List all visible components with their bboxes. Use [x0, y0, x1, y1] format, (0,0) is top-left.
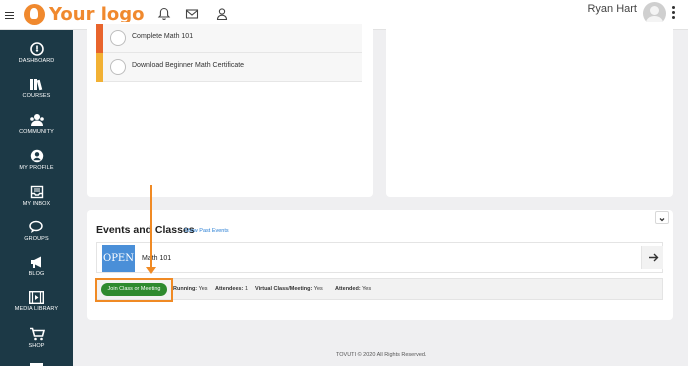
show-past-events-link[interactable]: Show Past Events — [184, 228, 229, 234]
events-title: Events and Classes — [96, 224, 195, 236]
sidebar-item-community[interactable]: COMMUNITY — [0, 113, 73, 147]
more-options-icon[interactable] — [672, 6, 675, 21]
task-label: Complete Math 101 — [132, 33, 194, 40]
sidebar-item-label: DASHBOARD — [18, 58, 55, 64]
sidebar-item-label: GROUPS — [24, 236, 49, 242]
task-status-bar — [96, 24, 103, 53]
logo-mark-icon — [24, 3, 45, 25]
groups-icon — [28, 220, 43, 233]
meta-virtual: Virtual Class/Meeting: Yes — [255, 286, 323, 292]
collapse-button[interactable] — [655, 211, 669, 224]
annotation-arrow — [150, 185, 152, 269]
task-label: Download Beginner Math Certificate — [132, 62, 245, 69]
meta-attendees: Attendees: 1 — [215, 286, 249, 292]
sidebar-item-courses[interactable]: COURSES — [0, 78, 73, 112]
sidebar-item-label: MY INBOX — [22, 201, 51, 207]
cart-icon — [29, 327, 45, 341]
inbox-icon — [30, 185, 43, 199]
user-icon[interactable] — [215, 7, 229, 21]
footer-copyright: TOVUTI © 2020 All Rights Reserved. — [336, 352, 427, 358]
sidebar-item-my-profile[interactable]: MY PROFILE — [0, 149, 73, 183]
annotation-highlight-box — [95, 278, 173, 302]
annotation-arrow-head — [146, 267, 156, 274]
sidebar-item-dashboard[interactable]: DASHBOARD — [0, 42, 73, 76]
task-row[interactable]: Download Beginner Math Certificate — [96, 53, 362, 82]
class-name[interactable]: Math 101 — [142, 255, 171, 262]
megaphone-icon — [30, 256, 41, 268]
task-status-bar — [96, 53, 103, 82]
meta-attended: Attended: Yes — [335, 286, 372, 292]
sidebar-item-label: COURSES — [22, 93, 51, 99]
sidebar-item-my-inbox[interactable]: MY INBOX — [0, 185, 73, 219]
open-badge: OPEN — [102, 245, 135, 272]
film-icon — [29, 291, 44, 304]
sidebar-item-label: SHOP — [28, 343, 45, 349]
hamburger-menu-icon[interactable] — [5, 12, 14, 20]
open-class-button[interactable] — [641, 246, 663, 269]
dashboard-icon — [29, 42, 44, 56]
sidebar-item-groups[interactable]: GROUPS — [0, 220, 73, 254]
profile-icon — [30, 149, 43, 163]
books-icon — [30, 79, 43, 91]
sidebar-item-label: MY PROFILE — [19, 165, 54, 171]
sidebar-item-label: MEDIA LIBRARY — [14, 306, 59, 312]
class-row[interactable]: OPEN Math 101 — [96, 242, 663, 273]
task-checkbox[interactable] — [110, 59, 126, 75]
sidebar-item-media-library[interactable]: MEDIA LIBRARY — [0, 291, 73, 325]
chevron-down-icon — [659, 218, 665, 222]
arrow-right-icon — [649, 253, 659, 262]
sidebar-item-shop[interactable]: SHOP — [0, 327, 73, 361]
mail-icon[interactable] — [185, 7, 199, 21]
community-icon — [29, 114, 44, 126]
class-meta-row: Join Class or Meeting Running: Yes Atten… — [96, 278, 663, 300]
side-card — [386, 22, 673, 197]
sidebar-item-label: COMMUNITY — [19, 129, 54, 135]
logo-text-1: Your — [49, 3, 95, 25]
task-row[interactable]: Complete Math 101 — [96, 24, 362, 53]
sidebar-item-label: BLOG — [28, 271, 45, 277]
user-name[interactable]: Ryan Hart — [587, 3, 637, 15]
sidebar-item-blog[interactable]: BLOG — [0, 255, 73, 289]
task-checkbox[interactable] — [110, 30, 126, 46]
meta-running: Running: Yes — [173, 286, 208, 292]
sidebar: DASHBOARD COURSES COMMUNITY MY PROFILE M… — [0, 30, 73, 366]
bell-icon[interactable] — [157, 7, 171, 21]
